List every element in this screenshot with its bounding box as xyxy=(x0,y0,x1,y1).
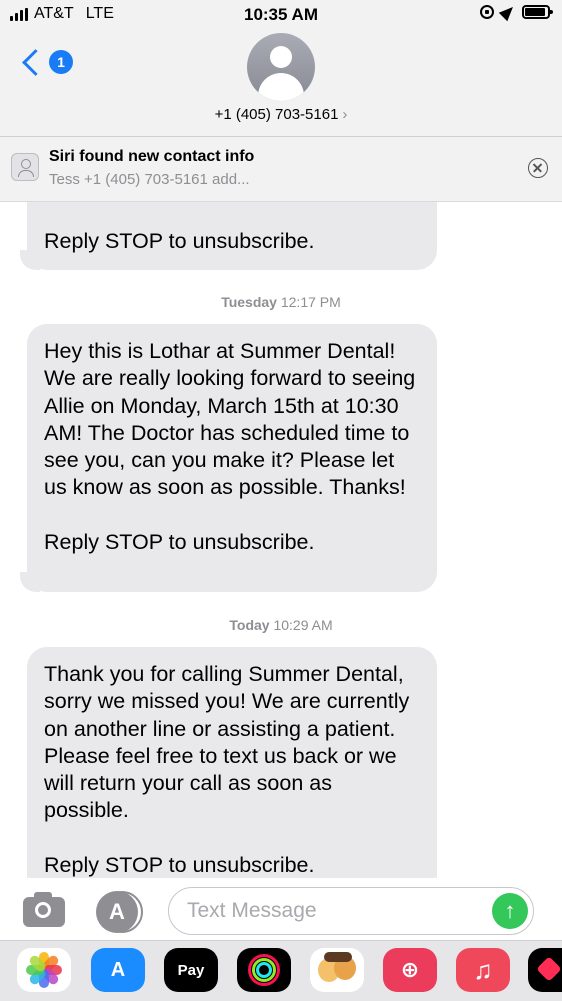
timestamp-time: 10:29 AM xyxy=(273,617,333,633)
message-thread[interactable]: Reply STOP to unsubscribe. Tuesday 12:17… xyxy=(0,202,562,878)
timestamp-day: Tuesday xyxy=(221,294,277,310)
timestamp: Tuesday 12:17 PM xyxy=(0,294,562,310)
chevron-right-icon: › xyxy=(342,106,348,123)
contact-number: +1 (405) 703-5161 xyxy=(214,106,339,123)
contact-card-icon xyxy=(11,153,39,181)
siri-title: Siri found new contact info xyxy=(49,148,255,165)
music-app-icon[interactable]: ♫ xyxy=(456,948,510,992)
message-placeholder: Text Message xyxy=(187,899,317,922)
send-button[interactable]: ↑ xyxy=(492,893,528,929)
timestamp-day: Today xyxy=(229,617,270,633)
activity-rings-icon[interactable] xyxy=(237,948,291,992)
app-drawer: A Pay ⊕ ♫ xyxy=(0,940,562,1001)
avatar[interactable] xyxy=(247,33,315,101)
apple-pay-icon[interactable]: Pay xyxy=(164,948,218,992)
pay-label: Pay xyxy=(177,961,205,979)
timestamp: Today 10:29 AM xyxy=(0,617,562,633)
camera-icon[interactable] xyxy=(23,892,65,927)
memoji-stickers-icon[interactable] xyxy=(310,948,364,992)
message-input[interactable]: Text Message ↑ xyxy=(168,887,534,935)
orientation-lock-icon xyxy=(480,5,494,19)
app-store-icon: A xyxy=(109,899,125,924)
back-button[interactable]: 1 xyxy=(20,48,73,76)
music-glyph: ♫ xyxy=(473,954,493,985)
input-bar: A Text Message ↑ xyxy=(0,878,562,940)
clock: 10:35 AM xyxy=(243,5,318,24)
message-text: Thank you for calling Summer Dental, sor… xyxy=(44,662,410,878)
location-icon xyxy=(498,2,518,22)
arrow-up-icon: ↑ xyxy=(504,898,516,923)
app-store-glyph: A xyxy=(110,958,126,981)
message-text: Reply STOP to unsubscribe. xyxy=(44,229,315,253)
search-glyph: ⊕ xyxy=(400,957,420,982)
message-text: Hey this is Lothar at Summer Dental! We … xyxy=(44,339,416,555)
status-bar: AT&T LTE 10:35 AM xyxy=(0,0,562,30)
message-bubble[interactable]: Reply STOP to unsubscribe. xyxy=(9,202,437,270)
apps-button[interactable]: A xyxy=(96,891,138,933)
battery-icon xyxy=(522,5,553,19)
message-bubble[interactable]: Hey this is Lothar at Summer Dental! We … xyxy=(9,324,437,592)
timestamp-time: 12:17 PM xyxy=(280,294,341,310)
close-icon[interactable] xyxy=(528,158,548,178)
message-bubble[interactable]: Thank you for calling Summer Dental, sor… xyxy=(27,647,437,878)
siri-subtitle: Tess +1 (405) 703-5161 add... xyxy=(49,171,250,188)
chevron-left-icon xyxy=(22,48,49,76)
unread-badge: 1 xyxy=(49,50,73,74)
photos-app-icon[interactable] xyxy=(17,948,71,992)
app-store-icon[interactable]: A xyxy=(91,948,145,992)
digital-touch-icon[interactable] xyxy=(528,948,562,992)
siri-suggestion-banner[interactable]: Siri found new contact info Tess +1 (405… xyxy=(0,137,562,202)
conversation-header: 1 +1 (405) 703-5161 › xyxy=(0,30,562,137)
contact-name[interactable]: +1 (405) 703-5161 › xyxy=(0,106,562,123)
web-images-search-icon[interactable]: ⊕ xyxy=(383,948,437,992)
status-right xyxy=(480,2,553,22)
